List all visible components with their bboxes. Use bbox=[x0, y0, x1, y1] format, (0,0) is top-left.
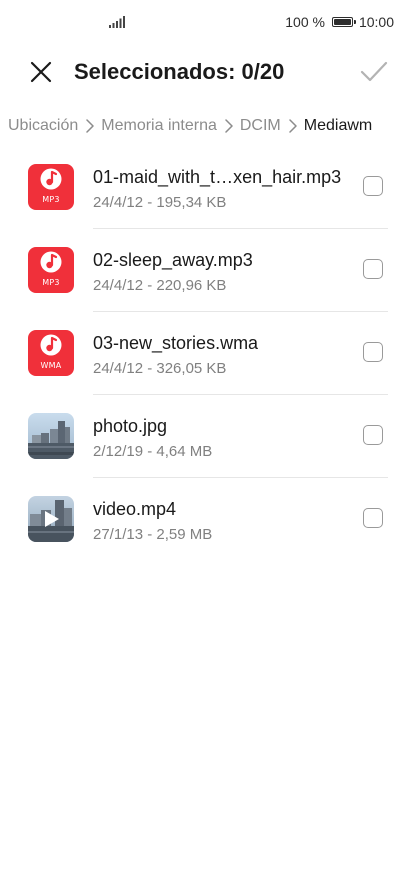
select-checkbox[interactable] bbox=[363, 508, 383, 528]
signal-icon bbox=[109, 16, 125, 28]
file-row[interactable]: photo.jpg 2/12/19 - 4,64 MB bbox=[0, 395, 416, 478]
file-list: MP3 01-maid_with_t…xen_hair.mp3 24/4/12 … bbox=[0, 146, 416, 561]
file-name: 03-new_stories.wma bbox=[93, 333, 259, 353]
file-meta: 24/4/12 - 220,96 KB bbox=[93, 277, 227, 294]
battery-percent: 100 % bbox=[285, 14, 325, 30]
file-meta: 2/12/19 - 4,64 MB bbox=[93, 443, 213, 460]
file-row[interactable]: MP3 02-sleep_away.mp3 24/4/12 - 220,96 K… bbox=[0, 229, 416, 312]
file-name: video.mp4 bbox=[93, 499, 177, 519]
select-checkbox[interactable] bbox=[363, 425, 383, 445]
close-icon[interactable] bbox=[27, 58, 55, 86]
chevron-right-icon bbox=[225, 119, 233, 133]
breadcrumb-item-internal-memory[interactable]: Memoria interna bbox=[101, 117, 217, 135]
music-file-icon: MP3 bbox=[28, 247, 74, 293]
file-extension-label: MP3 bbox=[42, 278, 60, 287]
video-thumbnail-icon bbox=[28, 496, 74, 542]
file-extension-label: MP3 bbox=[42, 195, 60, 204]
select-checkbox[interactable] bbox=[363, 259, 383, 279]
file-name: 02-sleep_away.mp3 bbox=[93, 250, 253, 270]
status-bar: 100 % 10:00 bbox=[0, 0, 416, 48]
selection-header: Seleccionados: 0/20 bbox=[0, 48, 416, 98]
file-row[interactable]: WMA 03-new_stories.wma 24/4/12 - 326,05 … bbox=[0, 312, 416, 395]
breadcrumb-item-dcim[interactable]: DCIM bbox=[240, 117, 281, 135]
image-thumbnail-icon bbox=[28, 413, 74, 459]
check-icon[interactable] bbox=[358, 58, 390, 86]
music-file-icon: MP3 bbox=[28, 164, 74, 210]
select-checkbox[interactable] bbox=[363, 176, 383, 196]
file-row[interactable]: video.mp4 27/1/13 - 2,59 MB bbox=[0, 478, 416, 561]
breadcrumb-item-current: Mediawm bbox=[303, 117, 373, 134]
file-row[interactable]: MP3 01-maid_with_t…xen_hair.mp3 24/4/12 … bbox=[0, 146, 416, 229]
battery-icon bbox=[331, 17, 356, 27]
breadcrumb: Ubicación Memoria interna DCIM Mediawm bbox=[8, 114, 408, 138]
file-extension-label: WMA bbox=[40, 361, 62, 370]
file-meta: 24/4/12 - 326,05 KB bbox=[93, 360, 227, 377]
breadcrumb-item-location[interactable]: Ubicación bbox=[8, 117, 78, 135]
file-name: 01-maid_with_t…xen_hair.mp3 bbox=[93, 167, 342, 187]
music-file-icon: WMA bbox=[28, 330, 74, 376]
clock: 10:00 bbox=[358, 14, 394, 30]
select-checkbox[interactable] bbox=[363, 342, 383, 362]
page-title: Seleccionados: 0/20 bbox=[74, 59, 285, 84]
chevron-right-icon bbox=[289, 119, 297, 133]
file-meta: 24/4/12 - 195,34 KB bbox=[93, 194, 227, 211]
file-name: photo.jpg bbox=[93, 416, 168, 436]
file-meta: 27/1/13 - 2,59 MB bbox=[93, 526, 213, 543]
chevron-right-icon bbox=[86, 119, 95, 133]
